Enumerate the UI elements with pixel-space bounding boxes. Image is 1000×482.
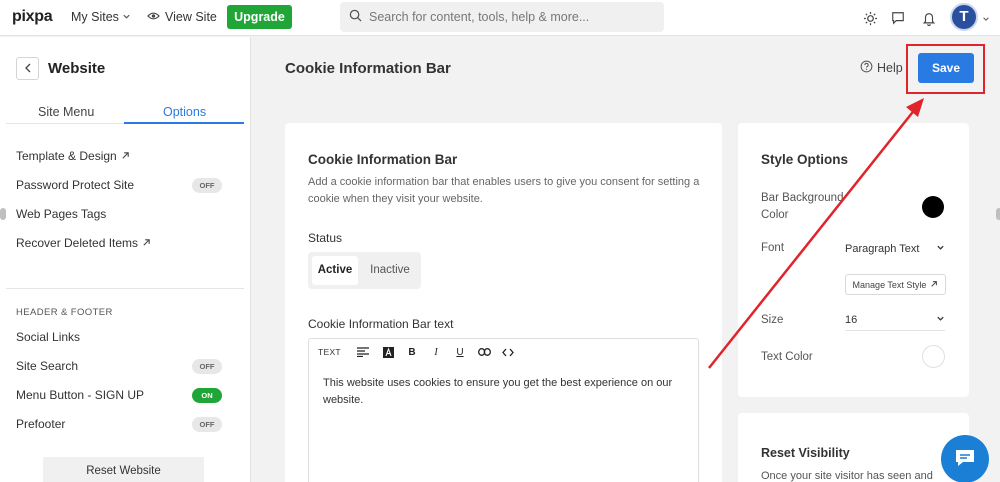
underline-icon[interactable]: U <box>448 345 472 359</box>
help-link[interactable]: Help <box>860 60 903 76</box>
manage-text-style-button[interactable]: Manage Text Style <box>845 274 946 295</box>
avatar[interactable]: T <box>950 3 978 31</box>
editor-content[interactable]: This website uses cookies to ensure you … <box>323 375 688 409</box>
my-sites-dropdown[interactable]: My Sites <box>71 10 131 24</box>
status-inactive-option[interactable]: Inactive <box>365 256 415 285</box>
help-circle-icon <box>860 60 873 76</box>
reset-visibility-card: Reset Visibility Once your site visitor … <box>738 413 969 482</box>
upgrade-button[interactable]: Upgrade <box>227 5 292 29</box>
bold-icon[interactable]: B <box>400 345 424 359</box>
chat-icon <box>954 448 976 471</box>
style-options-title: Style Options <box>761 152 849 167</box>
sidebar-item-label: Template & Design <box>16 149 117 163</box>
save-button[interactable]: Save <box>918 53 974 83</box>
eye-icon <box>147 10 160 24</box>
top-bar: pixpa My Sites View Site Upgrade T <box>0 0 1000 36</box>
size-label: Size <box>761 314 784 326</box>
prefooter-toggle[interactable]: OFF <box>192 417 222 432</box>
text-color-icon[interactable] <box>376 345 400 359</box>
size-select-value: 16 <box>845 313 858 326</box>
pixpa-logo[interactable]: pixpa <box>12 8 53 26</box>
left-resize-handle[interactable] <box>0 208 6 220</box>
sidebar-divider <box>6 288 244 289</box>
rich-text-editor[interactable]: TEXT B I U This website uses cookies to … <box>308 338 699 482</box>
page-title: Cookie Information Bar <box>285 60 451 77</box>
sidebar-item-social-links[interactable]: Social Links <box>16 330 80 344</box>
font-label: Font <box>761 242 785 254</box>
bar-background-label: Bar Background Color <box>761 192 844 221</box>
section-label-header-footer: HEADER & FOOTER <box>16 307 113 318</box>
style-options-card: Style Options Bar Background Color Font … <box>738 123 969 397</box>
status-active-option[interactable]: Active <box>312 256 358 285</box>
external-link-icon <box>142 236 151 250</box>
card-title: Cookie Information Bar <box>308 152 458 167</box>
sidebar-item-label: Web Pages Tags <box>16 207 107 221</box>
chevron-down-icon <box>936 243 945 255</box>
sidebar-item-web-pages-tags[interactable]: Web Pages Tags <box>16 207 106 221</box>
sidebar-item-label: Menu Button - SIGN UP <box>16 388 145 402</box>
brightness-icon[interactable] <box>861 9 879 27</box>
size-select[interactable]: 16 <box>845 309 945 331</box>
view-site-link[interactable]: View Site <box>147 10 217 24</box>
external-link-icon <box>930 280 938 290</box>
link-icon[interactable] <box>472 345 496 359</box>
reset-visibility-description: Once your site visitor has seen and <box>761 470 933 482</box>
chat-widget-button[interactable] <box>941 435 989 482</box>
chevron-left-icon <box>24 62 32 76</box>
global-search[interactable] <box>340 2 664 32</box>
search-icon <box>349 9 362 25</box>
help-label: Help <box>877 61 903 75</box>
status-label: Status <box>308 231 343 245</box>
sidebar-item-template-design[interactable]: Template & Design <box>16 149 130 163</box>
sidebar-item-recover-deleted[interactable]: Recover Deleted Items <box>16 236 151 250</box>
text-color-label: Text Color <box>761 351 813 363</box>
bell-icon[interactable] <box>920 9 938 27</box>
italic-icon[interactable]: I <box>424 345 448 359</box>
align-icon[interactable] <box>350 345 376 359</box>
menu-button-toggle[interactable]: ON <box>192 388 222 403</box>
right-resize-handle[interactable] <box>996 208 1000 220</box>
back-button[interactable] <box>16 57 39 80</box>
tab-options[interactable]: Options <box>163 105 206 119</box>
chevron-down-icon <box>122 10 131 24</box>
sidebar-item-menu-button[interactable]: Menu Button - SIGN UP <box>16 388 144 402</box>
active-tab-indicator <box>124 122 244 124</box>
sidebar-item-password-protect[interactable]: Password Protect Site <box>16 178 134 192</box>
bar-background-swatch[interactable] <box>922 196 944 218</box>
my-sites-label: My Sites <box>71 10 119 24</box>
sidebar-item-label: Prefooter <box>16 417 66 431</box>
chat-bubble-icon[interactable] <box>889 9 907 27</box>
font-select[interactable]: Paragraph Text <box>845 238 945 260</box>
sidebar-item-label: Recover Deleted Items <box>16 236 139 250</box>
text-format-dropdown[interactable]: TEXT <box>318 345 350 359</box>
sidebar-item-prefooter[interactable]: Prefooter <box>16 417 65 431</box>
reset-visibility-title: Reset Visibility <box>761 446 850 460</box>
sidebar-title: Website <box>48 60 106 77</box>
view-site-label: View Site <box>165 10 217 24</box>
site-search-toggle[interactable]: OFF <box>192 359 222 374</box>
sidebar-item-label: Site Search <box>16 359 79 373</box>
card-description: Add a cookie information bar that enable… <box>308 176 700 205</box>
code-icon[interactable] <box>496 345 520 359</box>
cookie-bar-card: Cookie Information Bar Add a cookie info… <box>285 123 722 482</box>
sidebar-item-label: Password Protect Site <box>16 178 135 192</box>
external-link-icon <box>121 149 130 163</box>
cookie-text-label: Cookie Information Bar text <box>308 317 454 331</box>
font-select-value: Paragraph Text <box>845 243 920 255</box>
search-input[interactable] <box>369 10 649 24</box>
chevron-down-icon <box>982 12 990 26</box>
sidebar-item-label: Social Links <box>16 330 81 344</box>
sidebar-item-site-search[interactable]: Site Search <box>16 359 78 373</box>
reset-website-button[interactable]: Reset Website <box>43 457 204 482</box>
sidebar: Website Site Menu Options Template & Des… <box>0 37 251 482</box>
tab-site-menu[interactable]: Site Menu <box>38 105 94 119</box>
status-segmented-control: Active Inactive <box>308 252 421 289</box>
text-color-swatch[interactable] <box>922 345 945 368</box>
manage-text-style-label: Manage Text Style <box>852 279 927 290</box>
chevron-down-icon <box>936 314 945 326</box>
password-protect-toggle[interactable]: OFF <box>192 178 222 193</box>
editor-toolbar: TEXT B I U <box>309 339 700 365</box>
